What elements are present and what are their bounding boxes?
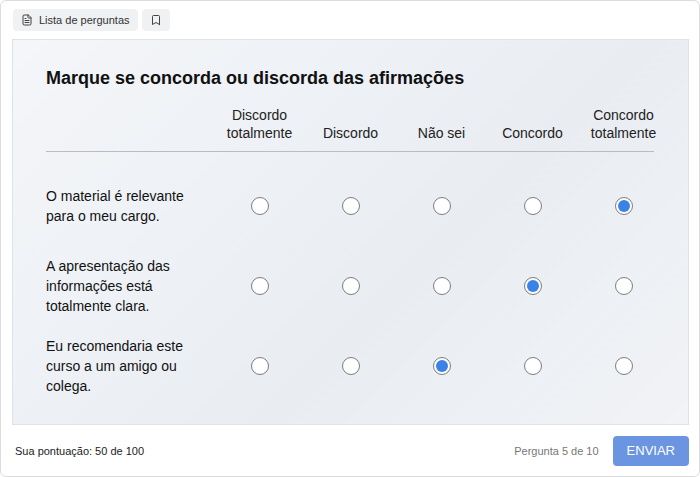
question-list-button[interactable]: Lista de perguntas: [13, 9, 138, 31]
bookmark-icon: [150, 14, 162, 26]
option-cell: [305, 197, 396, 215]
statement-text: Eu recomendaria este curso a um amigo ou…: [46, 336, 214, 396]
statement-text: O material é relevante para o meu cargo.: [46, 186, 214, 226]
radio-button[interactable]: [342, 197, 360, 215]
option-cell: [214, 277, 305, 295]
statement-list: O material é relevante para o meu cargo.…: [46, 152, 668, 406]
option-cell: [305, 277, 396, 295]
option-cell: [396, 277, 487, 295]
option-cell: [214, 197, 305, 215]
footer: Sua pontuação: 50 de 100 Pergunta 5 de 10…: [1, 425, 699, 476]
question-panel: Marque se concorda ou discorda das afirm…: [12, 39, 689, 425]
option-cell: [578, 357, 669, 375]
option-cell: [487, 277, 578, 295]
radio-button[interactable]: [433, 357, 451, 375]
bookmark-button[interactable]: [142, 9, 170, 31]
radio-button[interactable]: [342, 277, 360, 295]
option-cell: [305, 357, 396, 375]
radio-button[interactable]: [251, 357, 269, 375]
scale-label: Discordo totalmente: [214, 106, 305, 142]
scale-label: Discordo: [305, 124, 396, 142]
scale-label: Concordo: [487, 124, 578, 142]
radio-button[interactable]: [524, 197, 542, 215]
radio-button[interactable]: [342, 357, 360, 375]
scale-label: Concordo totalmente: [578, 106, 669, 142]
statement-row: O material é relevante para o meu cargo.: [46, 166, 668, 246]
radio-button[interactable]: [251, 277, 269, 295]
option-cell: [578, 277, 669, 295]
option-cell: [396, 357, 487, 375]
score-text: Sua pontuação: 50 de 100: [15, 445, 144, 457]
radio-button[interactable]: [433, 197, 451, 215]
radio-button[interactable]: [615, 197, 633, 215]
statement-text: A apresentação das informações está tota…: [46, 256, 214, 316]
submit-button[interactable]: ENVIAR: [613, 436, 689, 466]
question-title: Marque se concorda ou discorda das afirm…: [46, 66, 668, 90]
scale-label: Não sei: [396, 124, 487, 142]
radio-button[interactable]: [524, 277, 542, 295]
option-cell: [578, 197, 669, 215]
list-icon: [21, 14, 33, 26]
radio-button[interactable]: [433, 277, 451, 295]
radio-button[interactable]: [615, 277, 633, 295]
option-cell: [487, 197, 578, 215]
footer-actions: Pergunta 5 de 10 ENVIAR: [514, 436, 689, 466]
question-list-label: Lista de perguntas: [39, 14, 130, 26]
option-cell: [487, 357, 578, 375]
option-cell: [214, 357, 305, 375]
radio-button[interactable]: [615, 357, 633, 375]
radio-button[interactable]: [251, 197, 269, 215]
quiz-window: Lista de perguntas Marque se concorda ou …: [0, 0, 700, 477]
toolbar: Lista de perguntas: [1, 1, 699, 39]
scale-header: Discordo totalmenteDiscordoNão seiConcor…: [46, 106, 654, 152]
radio-button[interactable]: [524, 357, 542, 375]
statement-row: A apresentação das informações está tota…: [46, 246, 668, 326]
progress-text: Pergunta 5 de 10: [514, 445, 598, 457]
statement-row: Eu recomendaria este curso a um amigo ou…: [46, 326, 668, 406]
option-cell: [396, 197, 487, 215]
